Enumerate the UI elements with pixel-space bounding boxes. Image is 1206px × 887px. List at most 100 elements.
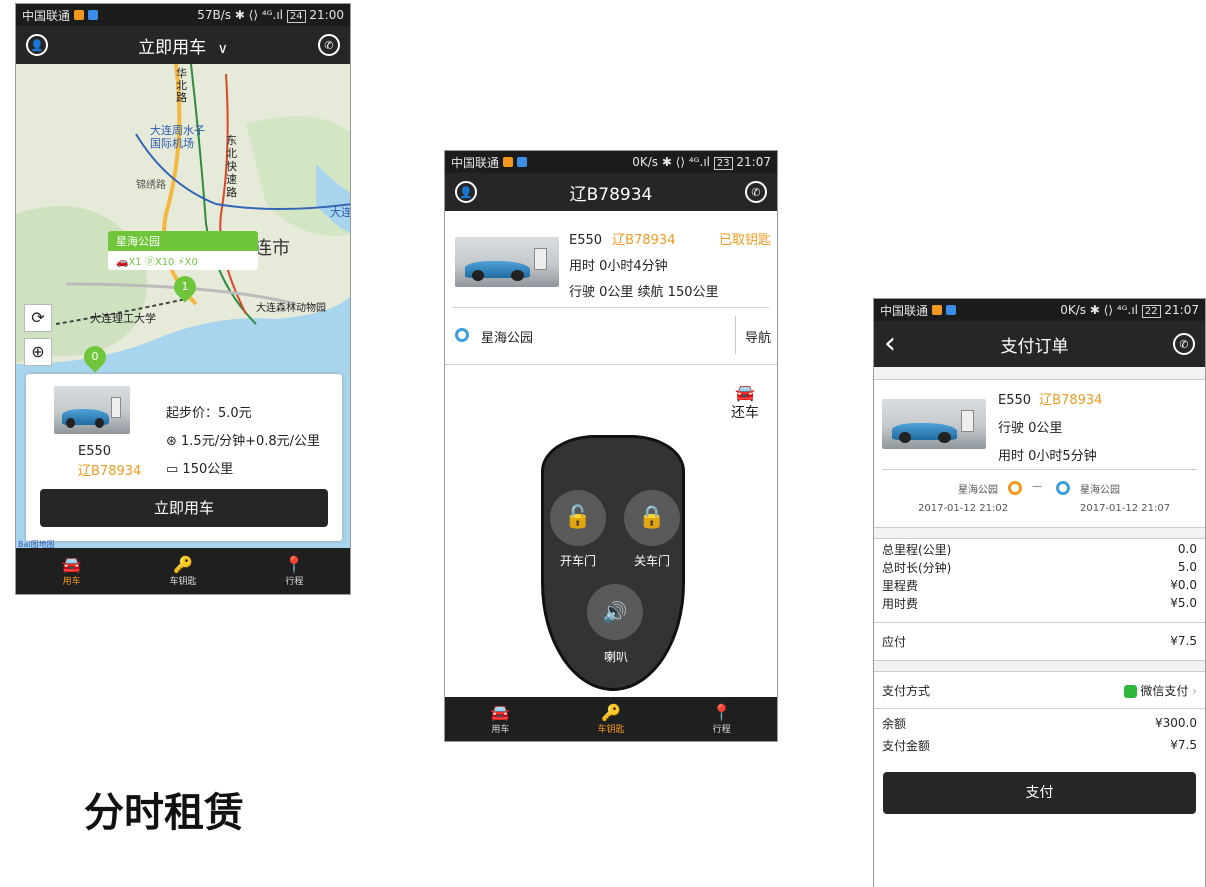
tab-use-car[interactable]: 🚘 用车 [445,697,556,741]
fee-row: 用时费 ¥5.0 [874,594,1205,612]
car-image [54,386,130,434]
pay-button[interactable]: 支付 [883,772,1196,814]
title-bar: ‹ 支付订单 ✆ [874,321,1205,367]
title-bar: 👤 立即用车 ∨ ✆ [16,26,350,64]
location-name: 星海公园 [481,331,534,346]
pay-method-select[interactable]: 微信支付 › [1123,682,1197,699]
horn-label: 喇叭 [603,650,628,664]
start-price: 起步价：5.0元 [166,406,252,421]
fee-label: 用时费 [882,596,919,611]
tab-label: 行程 [712,724,731,735]
carrier: 中国联通 [451,155,500,170]
car-image [882,399,986,449]
end-pin-icon [1056,481,1070,495]
notification-icon [74,10,85,20]
page-title: 立即用车 [138,37,207,58]
pay-amount-value: ¥7.5 [1170,738,1197,752]
title-bar: 👤 辽B78934 ✆ [445,173,777,211]
car-title-row: E550 辽B78934 [569,229,675,248]
due-label: 应付 [882,634,907,649]
map-label-city: 连市 [254,238,290,259]
tab-label: 用车 [62,576,81,587]
tab-label: 用车 [491,724,510,735]
fee-label: 总时长(分钟) [882,560,952,575]
notification-icon [503,157,514,167]
notification-icon [932,305,943,315]
station-popup[interactable]: 星海公园 🚗X1 ⓟX10 ⚡X0 [108,231,258,270]
locate-icon[interactable]: ⊕ [24,338,52,366]
chevron-down-icon: ∨ [217,40,228,57]
carrier: 中国联通 [22,8,71,23]
mode-selector[interactable]: 立即用车 ∨ [138,33,228,58]
battery: 22 [1141,305,1161,318]
fee-row: 总里程(公里) 0.0 [874,540,1205,558]
back-icon[interactable]: ‹ [884,329,896,359]
car-info: E550 辽B78934 已取钥匙 用时 0小时4分钟 行驶 0公里 续航 15… [445,219,777,307]
station-name: 星海公园 [108,231,258,251]
status-bar: 中国联通 57B/s ✱ ⟨⟩ ⁴ᴳ.ıl 24 21:00 [16,4,350,26]
from-station: 星海公园 [958,485,998,496]
network-status: 0K/s ✱ ⟨⟩ ⁴ᴳ.ıl [1060,303,1139,317]
car-title-row: E550 辽B78934 [998,389,1102,408]
refresh-icon[interactable]: ⟳ [24,304,52,332]
profile-icon[interactable]: 👤 [455,181,477,203]
fee-value: 5.0 [1177,560,1197,574]
tab-car-key[interactable]: 🔑 车钥匙 [127,548,238,594]
tab-trips[interactable]: 📍 行程 [239,548,350,594]
map-label-university: 大连理工大学 [90,312,156,325]
range-text: 150公里 [182,462,234,477]
battery-icon: ▭ [166,462,183,477]
fee-label: 里程费 [882,578,919,593]
phone-payment-screen: 中国联通 0K/s ✱ ⟨⟩ ⁴ᴳ.ıl 22 21:07 ‹ 支付订单 ✆ E… [873,298,1206,887]
location-icon: 📍 [711,702,732,722]
pay-method-value: 微信支付 [1140,683,1189,698]
map-label-zoo: 大连森林动物园 [256,303,326,314]
page-title: 辽B78934 [569,184,653,205]
wechat-icon [1123,684,1137,698]
phone-call-icon[interactable]: ✆ [318,34,340,56]
network-status: 57B/s ✱ ⟨⟩ ⁴ᴳ.ıl [197,8,284,22]
map-label-airport: 大连周水子国际机场 [150,124,205,150]
balance-row: 余额 ¥300.0 [874,713,1205,733]
payment-method-row[interactable]: 支付方式 微信支付 › [874,672,1205,708]
fee-list: 总里程(公里) 0.0 总时长(分钟) 5.0 里程费 ¥0.0 用时费 ¥5.0 [874,540,1205,612]
horn-button[interactable]: 🔊 [587,584,643,640]
map-marker[interactable]: 0 [79,341,111,373]
unlock-button[interactable]: 🔓 [550,490,606,546]
notification-icon [946,305,957,315]
marker-count: 1 [181,280,189,293]
car-model: E550 [78,444,112,459]
pay-amount-row: 支付金额 ¥7.5 [874,735,1205,755]
battery: 24 [286,10,306,23]
location-row: 星海公园 导航 [445,308,777,364]
profile-icon[interactable]: 👤 [26,34,48,56]
lock-button[interactable]: 🔒 [624,490,680,546]
car-icon: 🚘 [61,554,82,574]
tab-car-key[interactable]: 🔑 车钥匙 [556,697,667,741]
location-pin-icon [455,328,469,342]
tab-label: 车钥匙 [169,576,197,587]
notification-icon [88,10,99,20]
price-icon: ⊛ [166,434,182,449]
phone-map-screen: 中国联通 57B/s ✱ ⟨⟩ ⁴ᴳ.ıl 24 21:00 👤 立即用车 ∨ … [15,3,351,595]
time-used: 用时 0小时4分钟 [569,259,668,274]
phone-call-icon[interactable]: ✆ [745,181,767,203]
phone-call-icon[interactable]: ✆ [1173,333,1195,355]
car-plate: 辽B78934 [1039,393,1103,408]
tab-use-car[interactable]: 🚘 用车 [16,548,127,594]
map-marker[interactable]: 1 [169,271,201,303]
pay-method-label: 支付方式 [882,683,931,698]
return-car-button[interactable]: 🚘 还车 [731,383,759,422]
use-now-button[interactable]: 立即用车 [40,489,328,527]
tab-bar: 🚘 用车 🔑 车钥匙 📍 行程 [445,697,777,741]
map-label-road: 华北路 [176,67,187,104]
car-card: E550 辽B78934 起步价：5.0元 ⊛ 1.5元/分钟+0.8元/公里 … [26,374,342,541]
car-image [455,237,559,287]
distance: 行驶 0公里 [998,421,1063,436]
clock: 21:07 [1164,303,1199,317]
tab-trips[interactable]: 📍 行程 [666,697,777,741]
return-label: 还车 [731,405,759,421]
to-time: 2017-01-12 21:07 [1080,503,1171,514]
navigate-button[interactable]: 导航 [745,327,771,346]
key-icon: 🔑 [601,702,621,722]
